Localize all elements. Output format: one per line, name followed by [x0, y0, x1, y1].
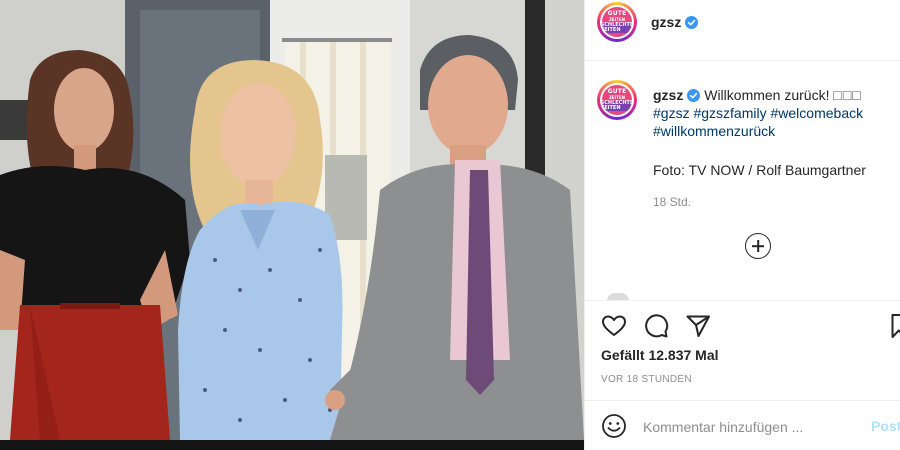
heart-icon[interactable]	[601, 313, 627, 339]
comment-divider	[585, 400, 900, 401]
smiley-icon[interactable]	[601, 413, 627, 439]
post-timestamp[interactable]: VOR 18 STUNDEN	[601, 374, 692, 385]
caption-text: Willkommen zurück!	[704, 87, 830, 103]
avatar-ring: GUTE ZEITEN SCHLECHTE ZEITEN	[600, 5, 634, 39]
hashtag-link[interactable]: #gzsz	[653, 105, 690, 121]
hashtag-link[interactable]: #welcomeback	[771, 105, 864, 121]
post-photo-illustration	[0, 0, 584, 440]
plus-circle-icon[interactable]	[745, 233, 771, 259]
post-comment-button[interactable]: Post	[871, 418, 900, 434]
comment-input[interactable]	[643, 416, 848, 438]
avatar[interactable]: GUTE ZEITEN SCHLECHTE ZEITEN	[597, 2, 637, 42]
gzsz-logo: GUTE ZEITEN SCHLECHTE ZEITEN	[602, 85, 632, 115]
hashtag-link[interactable]: #gzszfamily	[693, 105, 766, 121]
caption-avatar[interactable]: GUTE ZEITEN SCHLECHTE ZEITEN	[597, 80, 637, 120]
verified-badge-icon	[687, 89, 701, 102]
verified-badge-icon	[685, 16, 699, 29]
caption: gzsz Willkommen zurück! □□□ #gzsz #gzszf…	[653, 86, 893, 140]
logo-line-3: SCHLECHTE ZEITEN	[602, 101, 632, 111]
header-username-row: gzsz	[651, 14, 699, 30]
like-count[interactable]: Gefällt 12.837 Mal	[601, 347, 719, 363]
caption-username[interactable]: gzsz	[653, 87, 683, 103]
header-divider	[585, 60, 900, 61]
avatar-ring: GUTE ZEITEN SCHLECHTE ZEITEN	[600, 83, 634, 117]
post-photo[interactable]	[0, 0, 584, 440]
comment-bubble-icon[interactable]	[643, 313, 669, 339]
photo-bottom-bar	[0, 440, 584, 450]
caption-emoji: □□□	[833, 87, 862, 103]
actions-divider	[585, 300, 900, 301]
logo-line-3: SCHLECHTE ZEITEN	[602, 23, 632, 33]
paper-plane-icon[interactable]	[685, 313, 711, 339]
gzsz-logo: GUTE ZEITEN SCHLECHTE ZEITEN	[602, 7, 632, 37]
photo-credit: Foto: TV NOW / Rolf Baumgartner	[653, 162, 866, 178]
username-link[interactable]: gzsz	[651, 14, 681, 30]
bookmark-icon[interactable]	[891, 313, 900, 339]
caption-timestamp[interactable]: 18 Std.	[653, 195, 691, 209]
post-side-panel: GUTE ZEITEN SCHLECHTE ZEITEN gzsz GUTE Z…	[584, 0, 900, 450]
hashtag-link[interactable]: #willkommenzurück	[653, 123, 775, 139]
instagram-post-view: GUTE ZEITEN SCHLECHTE ZEITEN gzsz GUTE Z…	[0, 0, 900, 450]
